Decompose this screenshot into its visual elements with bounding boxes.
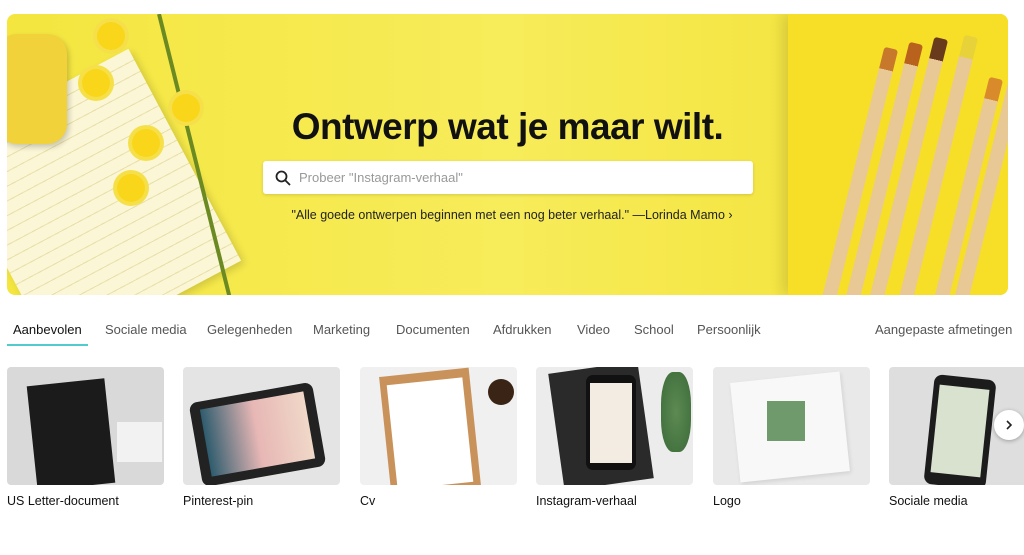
tab-school[interactable]: School: [634, 322, 674, 337]
card-cv[interactable]: Cv: [360, 367, 517, 508]
tab-documenten[interactable]: Documenten: [396, 322, 470, 337]
tab-aanbevolen[interactable]: Aanbevolen: [7, 322, 88, 346]
tab-afdrukken[interactable]: Afdrukken: [493, 322, 552, 337]
tab-video[interactable]: Video: [577, 322, 610, 337]
card-instagram-verhaal[interactable]: Instagram-verhaal: [536, 367, 693, 508]
card-thumbnail: [183, 367, 340, 485]
tab-marketing[interactable]: Marketing: [313, 322, 370, 337]
card-thumbnail: [536, 367, 693, 485]
hero-title: Ontwerp wat je maar wilt.: [291, 106, 724, 147]
card-label: Logo: [713, 494, 741, 508]
flower-decoration: [117, 174, 145, 202]
card-logo[interactable]: Logo: [713, 367, 870, 508]
card-thumbnail: [7, 367, 164, 485]
chevron-right-icon: [1006, 420, 1013, 430]
card-label: US Letter-document: [7, 494, 119, 508]
search-icon: [275, 170, 291, 186]
search-input[interactable]: [299, 170, 739, 185]
tab-sociale-media[interactable]: Sociale media: [105, 322, 187, 337]
next-button[interactable]: [994, 410, 1024, 440]
card-pinterest-pin[interactable]: Pinterest-pin: [183, 367, 340, 508]
flower-decoration: [97, 22, 125, 50]
card-thumbnail: [360, 367, 517, 485]
flower-decoration: [82, 69, 110, 97]
custom-size-link[interactable]: Aangepaste afmetingen: [875, 322, 1012, 337]
tab-gelegenheden[interactable]: Gelegenheden: [207, 322, 292, 337]
card-us-letter-document[interactable]: US Letter-document: [7, 367, 164, 508]
card-label: Sociale media: [889, 494, 968, 508]
search-bar[interactable]: [263, 161, 753, 194]
card-label: Instagram-verhaal: [536, 494, 637, 508]
card-thumbnail: [713, 367, 870, 485]
card-label: Pinterest-pin: [183, 494, 254, 508]
hero-banner: Ontwerp wat je maar wilt.: [7, 14, 1008, 295]
quote-link[interactable]: "Alle goede ontwerpen beginnen met een n…: [0, 208, 1024, 222]
pencil-box-decoration: [788, 14, 1008, 295]
tab-persoonlijk[interactable]: Persoonlijk: [697, 322, 761, 337]
category-tabs: Aanbevolen Sociale media Gelegenheden Ma…: [0, 322, 1024, 350]
card-label: Cv: [360, 494, 376, 508]
